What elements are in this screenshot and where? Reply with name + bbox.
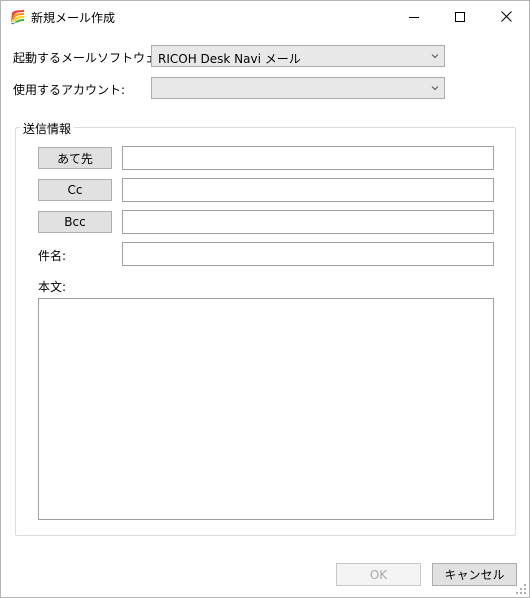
rainbow-pen-app-icon — [9, 8, 26, 25]
to-input[interactable] — [122, 146, 494, 170]
mail-software-label: 起動するメールソフトウェア: — [13, 51, 174, 65]
new-mail-dialog: 新規メール作成 起動するメールソフトウェア: RICOH Desk Navi メ… — [0, 0, 530, 598]
subject-label: 件名: — [38, 249, 67, 263]
mail-software-select[interactable]: RICOH Desk Navi メール — [151, 45, 445, 67]
chevron-down-icon — [431, 86, 439, 91]
to-button[interactable]: あて先 — [38, 147, 112, 169]
close-button[interactable] — [483, 1, 529, 32]
bcc-input[interactable] — [122, 210, 494, 234]
ok-button[interactable]: OK — [336, 563, 421, 586]
resize-grip-icon[interactable] — [515, 583, 527, 595]
title-bar[interactable]: 新規メール作成 — [1, 1, 529, 32]
maximize-button[interactable] — [437, 1, 483, 32]
subject-input[interactable] — [122, 242, 494, 266]
cc-input[interactable] — [122, 178, 494, 202]
close-icon — [500, 11, 512, 22]
minimize-button[interactable] — [391, 1, 437, 32]
window-title: 新規メール作成 — [31, 11, 116, 25]
mail-software-value: RICOH Desk Navi メール — [158, 52, 301, 66]
send-info-group-title: 送信情報 — [20, 120, 75, 137]
bcc-button[interactable]: Bcc — [38, 211, 112, 233]
chevron-down-icon — [431, 54, 439, 59]
cancel-button[interactable]: キャンセル — [432, 563, 517, 586]
maximize-icon — [455, 11, 465, 22]
account-select[interactable] — [151, 77, 445, 99]
body-textarea[interactable] — [38, 298, 494, 520]
account-label: 使用するアカウント: — [13, 83, 126, 97]
body-label: 本文: — [38, 280, 67, 294]
minimize-icon — [409, 16, 419, 18]
cc-button[interactable]: Cc — [38, 179, 112, 201]
